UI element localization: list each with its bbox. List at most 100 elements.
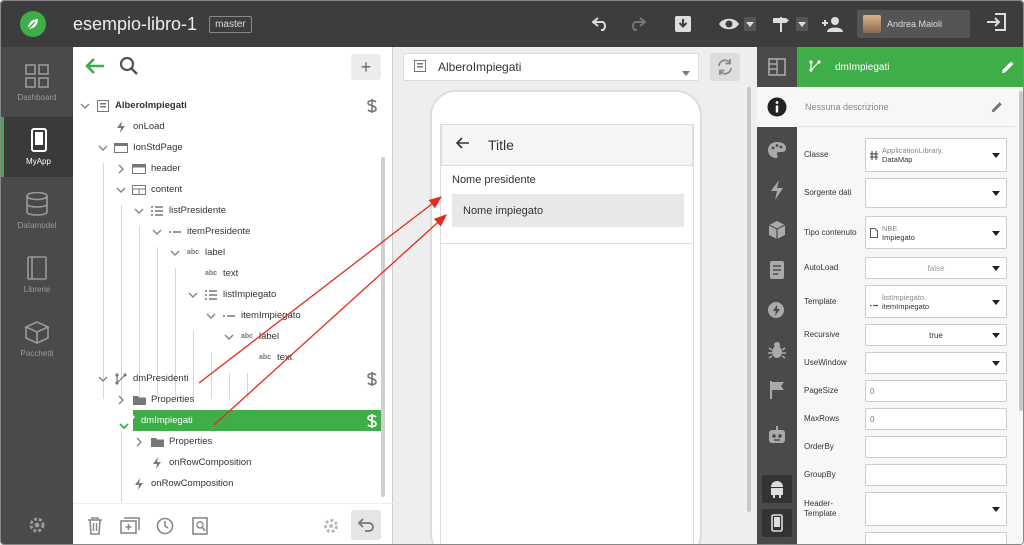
undo-icon[interactable]	[586, 9, 616, 39]
list-item-employee[interactable]: Nome impiegato	[452, 194, 684, 227]
chevron-down-icon[interactable]	[187, 289, 199, 301]
debug-tab[interactable]	[757, 330, 797, 370]
download-icon[interactable]	[668, 9, 698, 39]
classe-select[interactable]: ApplicationLibrary. DataMap	[865, 138, 1007, 172]
signpost-icon[interactable]	[766, 9, 796, 39]
edit-pencil-icon[interactable]	[991, 101, 1003, 115]
layout-tab[interactable]	[757, 47, 797, 87]
page-select[interactable]: AlberoImpiegati	[403, 53, 699, 81]
tree-row[interactable]: header	[73, 158, 381, 179]
next-field[interactable]	[865, 532, 1007, 544]
tree-row[interactable]: AlberoImpiegati	[73, 95, 381, 116]
chevron-down-icon[interactable]	[223, 331, 235, 343]
preview-scrollbar[interactable]	[747, 87, 751, 512]
code-dollar-icon[interactable]	[365, 413, 379, 428]
template-select[interactable]: listImpiegato. itemImpiegato	[865, 285, 1007, 318]
preview-dropdown-icon[interactable]	[744, 17, 756, 31]
events-tab[interactable]	[757, 170, 797, 210]
tree-row[interactable]: Properties	[73, 431, 381, 452]
phone-title: Title	[488, 137, 514, 153]
autoload-select[interactable]: false	[865, 257, 1007, 279]
back-arrow-icon[interactable]	[455, 136, 470, 154]
tree-row[interactable]: abc text	[73, 263, 381, 284]
app-logo[interactable]	[1, 1, 65, 47]
chevron-down-icon[interactable]	[97, 373, 109, 385]
history-clock-icon[interactable]	[153, 514, 177, 538]
info-tab[interactable]	[757, 87, 797, 127]
flags-tab[interactable]	[757, 370, 797, 410]
user-menu[interactable]: Andrea Maioli	[857, 10, 970, 38]
edit-pencil-icon[interactable]	[1001, 60, 1015, 77]
docs-tab[interactable]	[757, 250, 797, 290]
list-item-president[interactable]: Nome presidente	[452, 174, 536, 186]
nav-dashboard[interactable]: Dashboard	[1, 53, 73, 113]
chevron-down-icon[interactable]	[205, 310, 217, 322]
nav-datamodel[interactable]: Datamodel	[1, 181, 73, 241]
sorgente-select[interactable]	[865, 178, 1007, 208]
chevron-down-icon[interactable]	[97, 142, 109, 154]
chevron-down-icon[interactable]	[133, 205, 145, 217]
code-dollar-icon[interactable]	[365, 98, 379, 113]
tipo-select[interactable]: NBE. Impiegato	[865, 216, 1007, 249]
tree-row[interactable]: abc label	[73, 242, 381, 263]
chevron-down-icon[interactable]	[169, 247, 181, 259]
nav-pacchetti[interactable]: Pacchetti	[1, 309, 73, 369]
maxrows-input[interactable]: 0	[865, 408, 1007, 430]
chevron-down-icon[interactable]	[151, 226, 163, 238]
headertemplate-select[interactable]	[865, 492, 1007, 526]
tree-row[interactable]: listImpiegato	[73, 284, 381, 305]
settings-gear-icon[interactable]	[27, 515, 47, 540]
undo-return-icon[interactable]	[351, 510, 381, 540]
tree-row[interactable]: onLoad	[73, 116, 381, 137]
chevron-down-icon[interactable]	[79, 100, 91, 112]
style-tab[interactable]	[757, 130, 797, 170]
tree-row[interactable]: listPresidente	[73, 200, 381, 221]
search-icon[interactable]	[119, 56, 139, 81]
orderby-input[interactable]	[865, 436, 1007, 458]
add-user-icon[interactable]	[818, 9, 848, 39]
preview-eye-icon[interactable]	[714, 9, 744, 39]
tree-row-selected[interactable]: dmImpiegati	[123, 410, 381, 431]
trash-icon[interactable]	[83, 514, 107, 538]
tree-row[interactable]: Properties	[73, 389, 381, 410]
chevron-down-icon[interactable]	[115, 184, 127, 196]
description-row[interactable]: Nessuna descrizione	[797, 87, 1015, 127]
ai-assistant-tab[interactable]	[757, 415, 797, 455]
tree-row[interactable]: onRowComposition	[73, 452, 381, 473]
tree-row[interactable]: abc label	[73, 326, 381, 347]
components-tab[interactable]	[757, 210, 797, 250]
usewindow-select[interactable]	[865, 352, 1007, 374]
pagesize-input[interactable]: 0	[865, 380, 1007, 402]
tree-row[interactable]: abc text	[73, 347, 381, 368]
properties-scrollbar[interactable]	[1019, 91, 1023, 411]
gear-icon[interactable]	[319, 514, 343, 538]
groupby-input[interactable]	[865, 464, 1007, 486]
branch-badge[interactable]: master	[209, 15, 252, 33]
tree-row[interactable]: itemPresidente	[73, 221, 381, 242]
tree-row[interactable]: content	[73, 179, 381, 200]
chevron-right-icon[interactable]	[115, 394, 127, 406]
deploy-dropdown-icon[interactable]	[796, 17, 808, 31]
chevron-right-icon[interactable]	[133, 436, 145, 448]
back-arrow-icon[interactable]	[85, 57, 105, 80]
tree-row[interactable]: itemImpiegato	[73, 305, 381, 326]
add-button[interactable]: +	[351, 54, 381, 80]
device-button[interactable]	[762, 509, 792, 537]
logout-icon[interactable]	[986, 12, 1008, 37]
tree-row[interactable]: IonStdPage	[73, 137, 381, 158]
redo-icon[interactable]	[622, 9, 652, 39]
code-dollar-icon[interactable]	[365, 371, 379, 386]
inspect-icon[interactable]	[188, 514, 212, 538]
tree-scrollbar[interactable]	[381, 157, 385, 497]
android-button[interactable]	[762, 475, 792, 503]
performance-tab[interactable]	[757, 290, 797, 330]
recursive-select[interactable]: true	[865, 324, 1007, 346]
refresh-button[interactable]	[710, 53, 740, 81]
nav-myapp[interactable]: MyApp	[1, 117, 73, 177]
nav-librerie[interactable]: Librerie	[1, 245, 73, 305]
tree-row[interactable]: onRowComposition	[73, 473, 381, 494]
chevron-right-icon[interactable]	[115, 163, 127, 175]
tree-row[interactable]: dmPresidenti	[73, 368, 381, 389]
add-component-icon[interactable]	[118, 514, 142, 538]
project-title[interactable]: esempio-libro-1	[73, 14, 197, 35]
